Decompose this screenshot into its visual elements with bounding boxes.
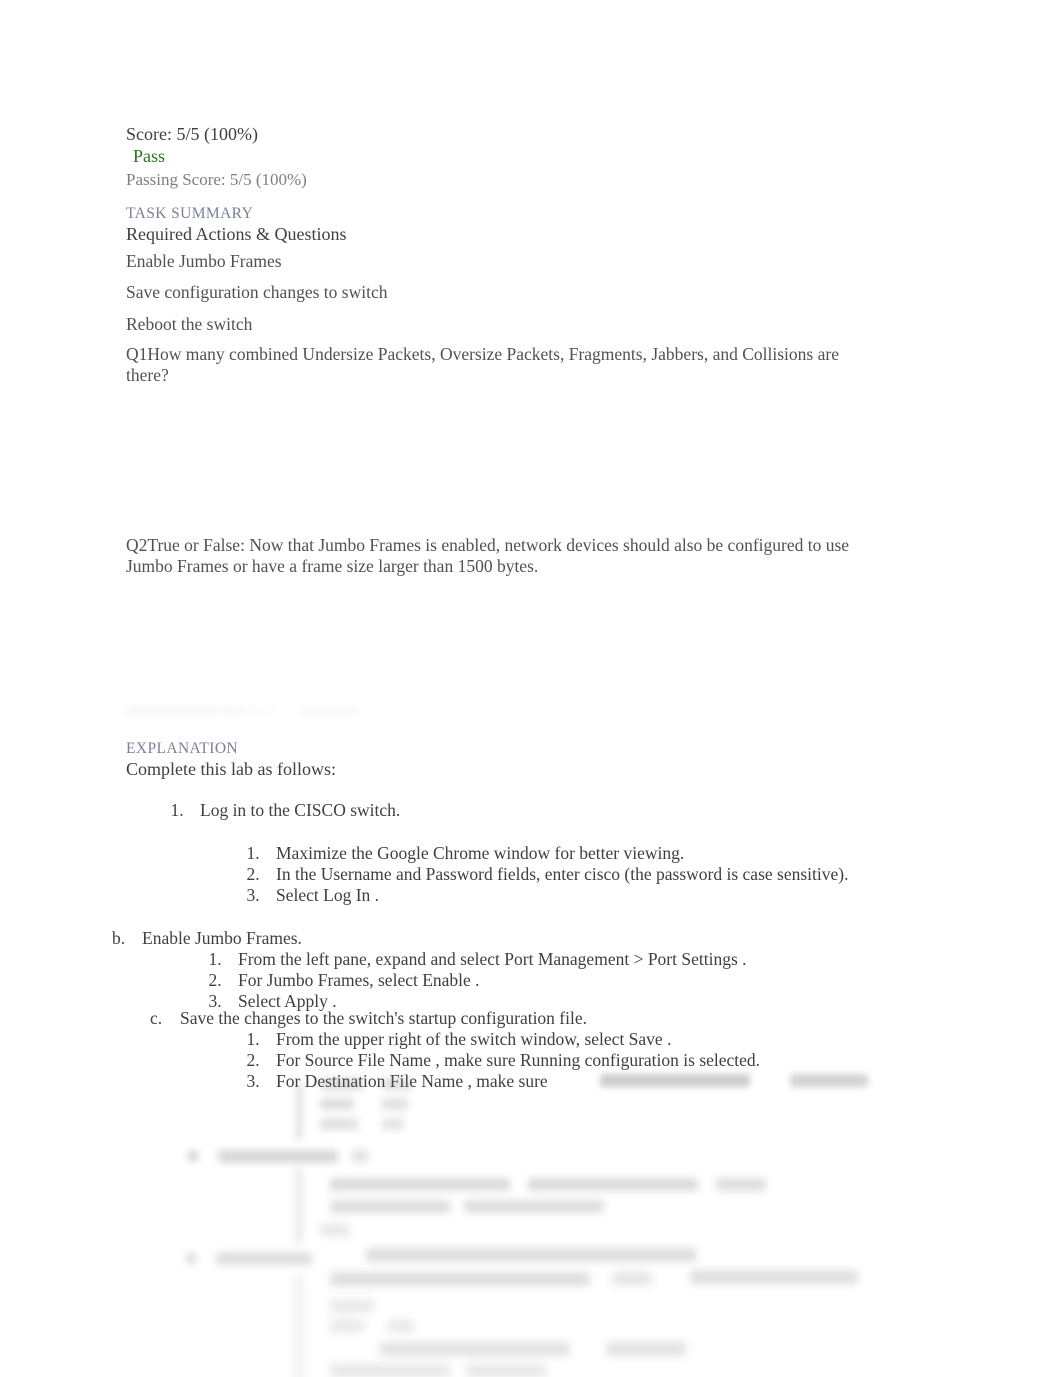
step-b-marker: b.	[112, 928, 126, 948]
step-1-text: Log in to the CISCO switch.	[200, 800, 401, 820]
question-2-text: True or False: Now that Jumbo Frames is …	[126, 535, 850, 576]
blurred-text-fragment	[330, 1364, 450, 1377]
list-item: For Jumbo Frames, select Enable .	[226, 970, 980, 991]
faint-divider	[126, 706, 286, 715]
list-item: For Destination File Name , make sure	[264, 1071, 1018, 1092]
explanation-heading: EXPLANATION	[126, 740, 239, 757]
list-item: From the upper right of the switch windo…	[264, 1029, 1018, 1050]
blurred-text-fragment	[612, 1272, 652, 1285]
blurred-text-fragment	[186, 1252, 196, 1264]
question-1-text: How many combined Undersize Packets, Ove…	[126, 344, 839, 385]
required-action-2: Save configuration changes to switch	[126, 282, 388, 302]
required-action-1: Enable Jumbo Frames	[126, 251, 282, 271]
required-actions-subheading: Required Actions & Questions	[126, 224, 347, 244]
blurred-text-fragment	[382, 1118, 404, 1130]
blurred-text-fragment	[188, 1150, 198, 1162]
question-1: Q1How many combined Undersize Packets, O…	[126, 344, 886, 386]
list-item: From the left pane, expand and select Po…	[226, 949, 980, 970]
blurred-text-fragment	[606, 1342, 686, 1356]
explanation-step-list-b: b. Enable Jumbo Frames. From the left pan…	[112, 928, 980, 1012]
list-item: Log in to the CISCO switch. Maximize the…	[188, 800, 1018, 906]
blurred-text-fragment	[464, 1200, 604, 1213]
question-1-label: Q1	[126, 344, 148, 364]
blurred-content-region	[0, 1068, 1062, 1377]
passing-score-line: Passing Score: 5/5 (100%)	[126, 170, 307, 189]
explanation-intro: Complete this lab as follows:	[126, 759, 336, 779]
blurred-text-fragment	[296, 1274, 302, 1377]
blurred-text-fragment	[330, 1320, 364, 1332]
list-item: c. Save the changes to the switch's start…	[138, 1008, 1018, 1092]
score-line: Score: 5/5 (100%)	[126, 124, 258, 144]
step-1-substeps: Maximize the Google Chrome window for be…	[200, 843, 1018, 906]
blurred-text-fragment	[216, 1252, 312, 1265]
blurred-text-fragment	[330, 1300, 374, 1312]
blurred-text-fragment	[330, 1178, 510, 1191]
blurred-text-fragment	[320, 1118, 358, 1130]
blurred-text-fragment	[320, 1098, 354, 1110]
list-item: Maximize the Google Chrome window for be…	[264, 843, 1018, 864]
blurred-text-fragment	[716, 1178, 766, 1191]
faint-divider-segment	[300, 707, 358, 715]
blurred-text-fragment	[528, 1178, 698, 1191]
list-item: b. Enable Jumbo Frames. From the left pan…	[100, 928, 980, 1012]
list-item: In the Username and Password fields, ent…	[264, 864, 1018, 885]
step-c-text: Save the changes to the switch's startup…	[180, 1008, 588, 1028]
blurred-text-fragment	[366, 1248, 696, 1262]
blurred-text-fragment	[380, 1342, 570, 1356]
step-b-text: Enable Jumbo Frames.	[142, 928, 302, 948]
question-2: Q2True or False: Now that Jumbo Frames i…	[126, 535, 886, 577]
task-summary-heading: TASK SUMMARY	[126, 205, 254, 222]
lab-report-page: Score: 5/5 (100%) Pass Passing Score: 5/…	[0, 0, 1062, 1377]
question-2-label: Q2	[126, 535, 148, 555]
blurred-text-fragment	[330, 1200, 450, 1213]
blurred-text-fragment	[320, 1224, 350, 1236]
blurred-text-fragment	[330, 1272, 590, 1286]
explanation-step-list: Log in to the CISCO switch. Maximize the…	[150, 800, 1018, 906]
blurred-text-fragment	[352, 1150, 368, 1162]
step-c-marker: c.	[150, 1008, 163, 1028]
blurred-text-fragment	[218, 1150, 338, 1163]
blurred-text-fragment	[388, 1320, 414, 1332]
list-item: Select Log In .	[264, 885, 1018, 906]
step-c-substeps: From the upper right of the switch windo…	[150, 1029, 1018, 1092]
blurred-text-fragment	[382, 1098, 408, 1110]
explanation-step-list-c: c. Save the changes to the switch's start…	[150, 1008, 1018, 1092]
required-action-3: Reboot the switch	[126, 314, 253, 334]
blurred-text-fragment	[690, 1270, 858, 1284]
blurred-text-fragment	[296, 1168, 302, 1244]
list-item: For Source File Name , make sure Running…	[264, 1050, 1018, 1071]
pass-status-badge: Pass	[133, 146, 166, 166]
step-b-substeps: From the left pane, expand and select Po…	[112, 949, 980, 1012]
blurred-text-fragment	[466, 1364, 546, 1377]
